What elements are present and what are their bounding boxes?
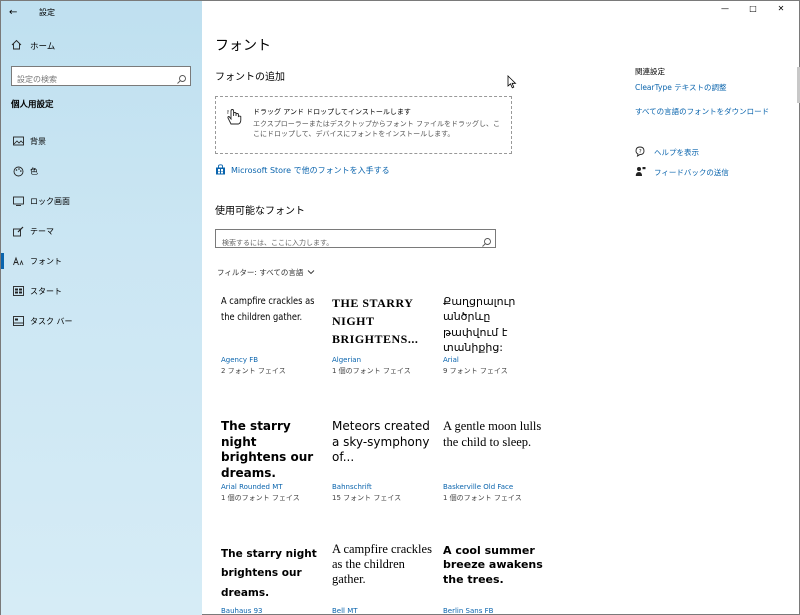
cleartype-link[interactable]: ClearType テキストの調整 <box>635 82 727 93</box>
search-icon[interactable] <box>176 70 187 89</box>
font-search-input[interactable] <box>216 234 476 252</box>
section-title: 個人用設定 <box>11 100 54 110</box>
settings-search-input[interactable] <box>12 70 172 89</box>
sidebar-item-taskbar[interactable]: タスク バー <box>11 313 73 329</box>
sidebar-item-fonts[interactable]: フォント <box>11 253 62 269</box>
font-sample: THE STARRY NIGHT BRIGHTENS... <box>332 296 419 346</box>
font-name: Berlin Sans FB <box>443 607 494 615</box>
font-tile-bahnschrift[interactable]: Meteors created a sky-symphony of... Bah… <box>332 419 436 503</box>
help-icon: ? <box>635 146 646 159</box>
font-tile-baskerville[interactable]: A gentle moon lulls the child to sleep. … <box>443 419 547 503</box>
language-filter-dropdown[interactable]: フィルター: すべての言語 <box>217 267 315 278</box>
font-name: Agency FB <box>221 356 259 364</box>
font-face-count: 9 フォント フェイス <box>443 367 508 375</box>
font-face-count: 1 個のフォント フェイス <box>443 494 522 502</box>
drag-hand-icon <box>226 108 246 130</box>
font-tile-bauhaus[interactable]: The starry night brightens our dreams. B… <box>221 545 325 615</box>
sidebar-item-lock-screen[interactable]: ロック画面 <box>11 193 70 209</box>
font-tile-algerian[interactable]: THE STARRY NIGHT BRIGHTENS... Algerian 1… <box>332 294 436 376</box>
sidebar-item-color[interactable]: 色 <box>11 163 38 179</box>
lock-screen-icon <box>11 196 25 206</box>
taskbar-icon <box>11 316 25 326</box>
font-tile-bell-mt[interactable]: A campfire crackles as the children gath… <box>332 542 436 615</box>
font-face-count: 1 個のフォント フェイス <box>221 494 300 502</box>
minimize-button[interactable]: — <box>711 4 739 13</box>
font-sample: A campfire crackles as the children gath… <box>221 296 315 323</box>
sidebar-item-label: フォント <box>30 256 62 266</box>
sidebar-item-label: ロック画面 <box>30 196 70 206</box>
store-link[interactable]: Microsoft Store で他のフォントを入手する <box>215 164 390 177</box>
font-drop-zone[interactable]: ドラッグ アンド ドロップしてインストールします エクスプローラーまたはデスクト… <box>215 96 512 154</box>
page-title: フォント <box>215 38 271 54</box>
font-sample: Քաղցրալուր անծրևը թափվում է տանիքից: <box>443 295 516 355</box>
font-sample: The starry night brightens our dreams. <box>221 548 317 599</box>
font-face-count: 15 フォント フェイス <box>332 494 402 502</box>
feedback-link-label: フィードバックの送信 <box>654 168 729 177</box>
sidebar-item-label: テーマ <box>30 226 54 236</box>
font-face-count: 2 フォント フェイス <box>221 367 286 375</box>
sidebar-item-label: 色 <box>30 166 38 176</box>
font-name: Bauhaus 93 <box>221 607 263 615</box>
font-name: Arial Rounded MT <box>221 483 283 491</box>
download-all-fonts-link[interactable]: すべての言語のフォントをダウンロード <box>635 106 769 117</box>
drop-title: ドラッグ アンド ドロップしてインストールします <box>253 108 411 116</box>
sidebar-item-start[interactable]: スタート <box>11 283 62 299</box>
font-sample: Meteors created a sky-symphony of... <box>332 419 430 465</box>
titlebar-left: ← 設定 <box>9 4 55 20</box>
sidebar: ← 設定 ホーム 個人用設定 背景 色 ロック画面 <box>1 1 202 615</box>
main-content: — □ ✕ フォント フォントの追加 ドラッグ アンド ドロップしてインストール… <box>202 1 800 615</box>
font-tile-arial-rounded[interactable]: The starry night brightens our dreams. A… <box>221 419 325 503</box>
picture-icon <box>11 136 25 146</box>
font-tile-agency-fb[interactable]: A campfire crackles as the children gath… <box>221 294 325 376</box>
close-button[interactable]: ✕ <box>767 4 795 13</box>
sidebar-item-home[interactable]: ホーム <box>11 39 55 53</box>
sidebar-item-label: 背景 <box>30 136 46 146</box>
font-sample: A gentle moon lulls the child to sleep. <box>443 419 542 449</box>
active-indicator <box>1 253 4 269</box>
theme-icon <box>11 226 25 237</box>
sidebar-item-theme[interactable]: テーマ <box>11 223 54 239</box>
font-name: Bahnschrift <box>332 483 372 491</box>
settings-search-box[interactable] <box>11 66 191 89</box>
sidebar-item-label: タスク バー <box>30 316 73 326</box>
add-fonts-title: フォントの追加 <box>215 72 285 83</box>
font-face-count: 1 個のフォント フェイス <box>332 367 411 375</box>
svg-text:?: ? <box>639 149 642 155</box>
sidebar-item-background[interactable]: 背景 <box>11 133 46 149</box>
home-label: ホーム <box>30 42 56 52</box>
filter-label: フィルター: すべての言語 <box>217 268 304 277</box>
available-fonts-title: 使用可能なフォント <box>215 206 305 217</box>
window-title: 設定 <box>39 7 55 17</box>
home-icon <box>11 39 25 53</box>
feedback-link[interactable]: フィードバックの送信 <box>635 166 729 179</box>
font-sample: The starry night brightens our dreams. <box>221 419 314 480</box>
font-sample: A cool summer breeze awakens the trees. <box>443 544 543 586</box>
search-icon[interactable] <box>481 233 492 252</box>
font-name: Arial <box>443 356 459 364</box>
help-link[interactable]: ? ヘルプを表示 <box>635 146 699 159</box>
font-name: Bell MT <box>332 607 358 615</box>
mouse-cursor-icon <box>507 74 517 93</box>
store-bag-icon <box>215 164 226 177</box>
drop-description: エクスプローラーまたはデスクトップからフォント ファイルをドラッグし、ここにドロ… <box>253 120 501 139</box>
font-tile-berlin-sans[interactable]: A cool summer breeze awakens the trees. … <box>443 544 547 615</box>
chevron-down-icon <box>307 268 315 277</box>
font-sample: A campfire crackles as the children gath… <box>332 542 432 586</box>
maximize-button[interactable]: □ <box>739 4 767 13</box>
related-settings-heading: 関連設定 <box>635 67 665 76</box>
back-arrow-icon[interactable]: ← <box>9 7 25 18</box>
font-tile-arial[interactable]: Քաղցրալուր անծրևը թափվում է տանիքից: Ari… <box>443 294 547 376</box>
store-link-label[interactable]: Microsoft Store で他のフォントを入手する <box>231 165 390 176</box>
start-icon <box>11 286 25 296</box>
font-search-box[interactable] <box>215 229 496 252</box>
sidebar-item-label: スタート <box>30 286 62 296</box>
palette-icon <box>11 166 25 177</box>
font-name: Baskerville Old Face <box>443 483 514 491</box>
feedback-person-icon <box>635 166 646 179</box>
font-name: Algerian <box>332 356 362 364</box>
help-link-label: ヘルプを表示 <box>654 148 699 157</box>
window-controls: — □ ✕ <box>711 4 795 13</box>
font-icon <box>11 256 25 266</box>
